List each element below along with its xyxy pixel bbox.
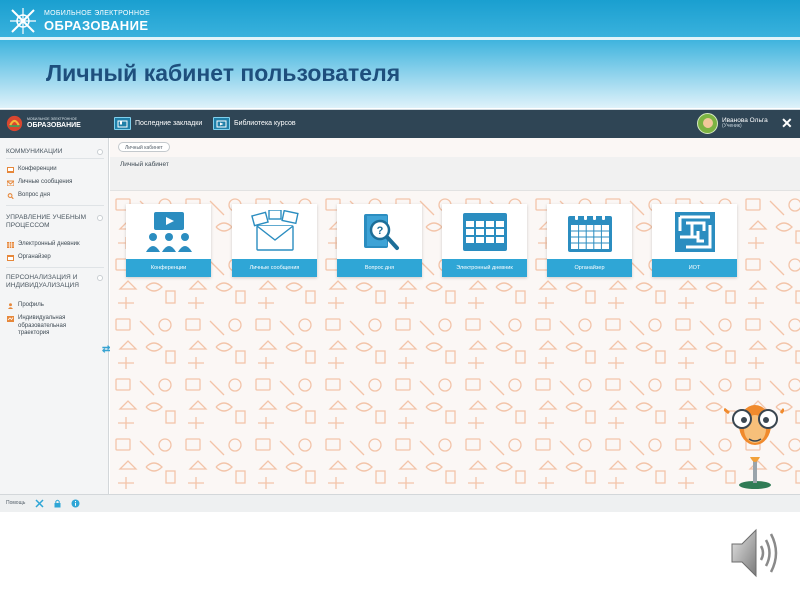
header-divider [0, 37, 800, 40]
sidebar-section-communications[interactable]: КОММУНИКАЦИИ [6, 148, 88, 156]
sidebar-item-label: Органайзер [18, 254, 51, 260]
user-role: (Ученик) [722, 123, 742, 130]
section-collapse-icon[interactable] [97, 215, 103, 221]
trajectory-icon [7, 315, 14, 322]
info-icon[interactable] [71, 499, 80, 508]
sidebar-item-question-of-day[interactable]: Вопрос дня [7, 192, 50, 200]
question-book-icon: ? [363, 213, 399, 250]
app-logo-icon [6, 115, 23, 132]
sidebar-item-label: Профиль [18, 302, 44, 308]
diary-grid-icon [462, 212, 507, 251]
sidebar-divider [6, 158, 104, 159]
recent-bookmarks-button[interactable]: Последние закладки [114, 117, 202, 130]
profile-icon [7, 302, 14, 309]
close-icon[interactable]: ✕ [781, 116, 793, 130]
slide-title: Личный кабинет пользователя [46, 60, 401, 86]
conference-icon [145, 211, 192, 252]
diary-icon [7, 241, 14, 248]
user-menu[interactable]: Иванова Ольга (Ученик) [697, 113, 768, 134]
breadcrumb[interactable]: Личный кабинет [118, 142, 170, 152]
tile-label: Личные сообщения [232, 259, 317, 277]
speaker-icon[interactable] [728, 524, 782, 582]
bookmarks-label: Последние закладки [135, 120, 203, 127]
calendar-icon [567, 211, 612, 252]
tools-icon[interactable] [35, 499, 44, 508]
tile-label: Вопрос дня [337, 259, 422, 277]
sidebar-item-messages[interactable]: Личные сообщения [7, 179, 72, 187]
sidebar-item-label: Личные сообщения [18, 179, 73, 185]
sidebar-item-diary[interactable]: Электронный дневник [7, 241, 80, 249]
sidebar-item-label: Конференции [18, 166, 57, 172]
svg-text:?: ? [376, 225, 383, 237]
help-label[interactable]: Помощь [6, 500, 25, 506]
page-title: Личный кабинет [120, 161, 169, 168]
main-content: Личный кабинет Личный кабинет Конференци… [110, 138, 800, 494]
page-header-band [110, 157, 800, 191]
sidebar: КОММУНИКАЦИИ Конференции Личные сообщени… [0, 138, 110, 494]
sidebar-section-learning-process[interactable]: УПРАВЛЕНИЕ УЧЕБНЫМ ПРОЦЕССОМ [6, 214, 88, 230]
search-icon [7, 192, 14, 199]
tile-label: Электронный дневник [442, 259, 527, 277]
status-bar: Помощь [0, 494, 800, 512]
sidebar-item-organizer[interactable]: Органайзер [7, 254, 51, 262]
tile-label: Органайзер [547, 259, 632, 277]
logo-title: ОБРАЗОВАНИЕ [44, 18, 149, 33]
section-collapse-icon[interactable] [97, 275, 103, 281]
sidebar-item-label: Вопрос дня [18, 192, 50, 198]
brand-logo: МОБИЛЬНОЕ ЭЛЕКТРОННОЕ ОБРАЗОВАНИЕ [8, 6, 150, 36]
tile-iot[interactable]: ИОТ [652, 204, 737, 277]
library-label: Библиотека курсов [234, 120, 296, 127]
app-logo-subtitle: МОБИЛЬНОЕ ЭЛЕКТРОННОЕ [27, 116, 77, 121]
sidebar-section-personalization[interactable]: ПЕРСОНАЛИЗАЦИЯ И ИНДИВИДУАЛИЗАЦИЯ [6, 274, 88, 290]
library-icon [213, 117, 230, 130]
sidebar-item-trajectory[interactable]: Индивидуальная образовательная траектори… [7, 315, 87, 338]
lock-icon[interactable] [53, 499, 62, 508]
app-window: МОБИЛЬНОЕ ЭЛЕКТРОННОЕ ОБРАЗОВАНИЕ Послед… [0, 109, 800, 512]
tile-messages[interactable]: Личные сообщения [232, 204, 317, 277]
tile-conferences[interactable]: Конференции [126, 204, 211, 277]
sidebar-divider [6, 267, 104, 268]
logo-mark-icon [10, 8, 36, 34]
sidebar-item-profile[interactable]: Профиль [7, 302, 44, 310]
top-bar: МОБИЛЬНОЕ ЭЛЕКТРОННОЕ ОБРАЗОВАНИЕ Послед… [0, 110, 800, 138]
course-library-button[interactable]: Библиотека курсов [213, 117, 296, 130]
sidebar-item-label: Индивидуальная образовательная траектори… [18, 315, 67, 336]
tile-diary[interactable]: Электронный дневник [442, 204, 527, 277]
tile-question-of-day[interactable]: ? Вопрос дня [337, 204, 422, 277]
avatar [697, 113, 718, 134]
slide-header: МОБИЛЬНОЕ ЭЛЕКТРОННОЕ ОБРАЗОВАНИЕ Личный… [0, 0, 800, 108]
organizer-icon [7, 254, 14, 261]
maze-icon [674, 211, 715, 252]
tile-label: Конференции [126, 259, 211, 277]
sidebar-item-label: Электронный дневник [18, 241, 80, 247]
sidebar-divider [6, 205, 104, 206]
logo-subtitle: МОБИЛЬНОЕ ЭЛЕКТРОННОЕ [44, 10, 151, 17]
tile-label: ИОТ [652, 259, 737, 277]
robot-mascot-icon [724, 405, 784, 489]
app-logo-title: ОБРАЗОВАНИЕ [27, 122, 81, 130]
tile-organizer[interactable]: Органайзер [547, 204, 632, 277]
section-collapse-icon[interactable] [97, 149, 103, 155]
app-logo[interactable]: МОБИЛЬНОЕ ЭЛЕКТРОННОЕ ОБРАЗОВАНИЕ [6, 115, 81, 132]
sidebar-item-conferences[interactable]: Конференции [7, 166, 57, 174]
messages-icon [250, 209, 299, 251]
messages-icon [7, 180, 14, 186]
bookmarks-icon [114, 117, 131, 130]
conference-icon [7, 166, 14, 173]
